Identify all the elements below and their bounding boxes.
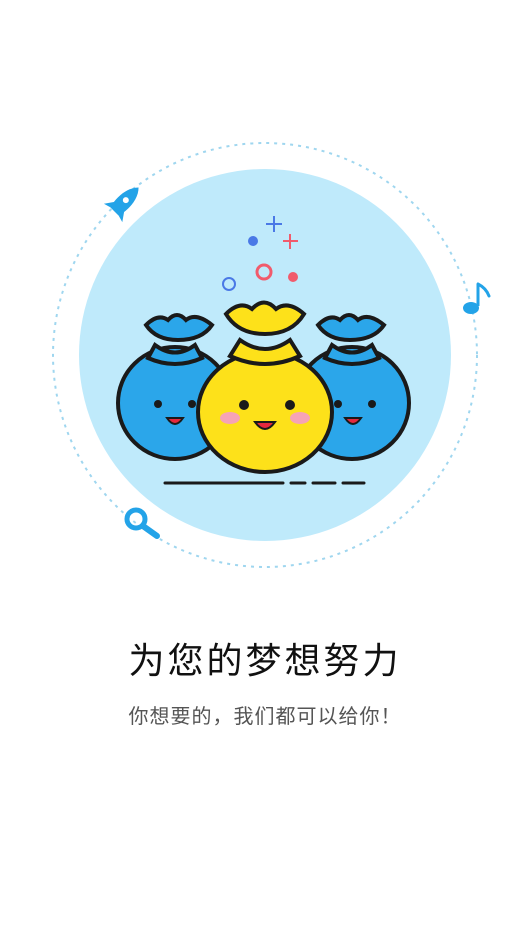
page-subtitle: 你想要的，我们都可以给你！: [128, 704, 402, 728]
money-bags-illustration: [52, 142, 491, 568]
rocket-icon: [103, 187, 139, 223]
splash-screen: 为您的梦想努力 你想要的，我们都可以给你！: [0, 0, 530, 942]
magnifier-icon: [124, 507, 160, 539]
page-title: 为您的梦想努力: [128, 641, 402, 682]
